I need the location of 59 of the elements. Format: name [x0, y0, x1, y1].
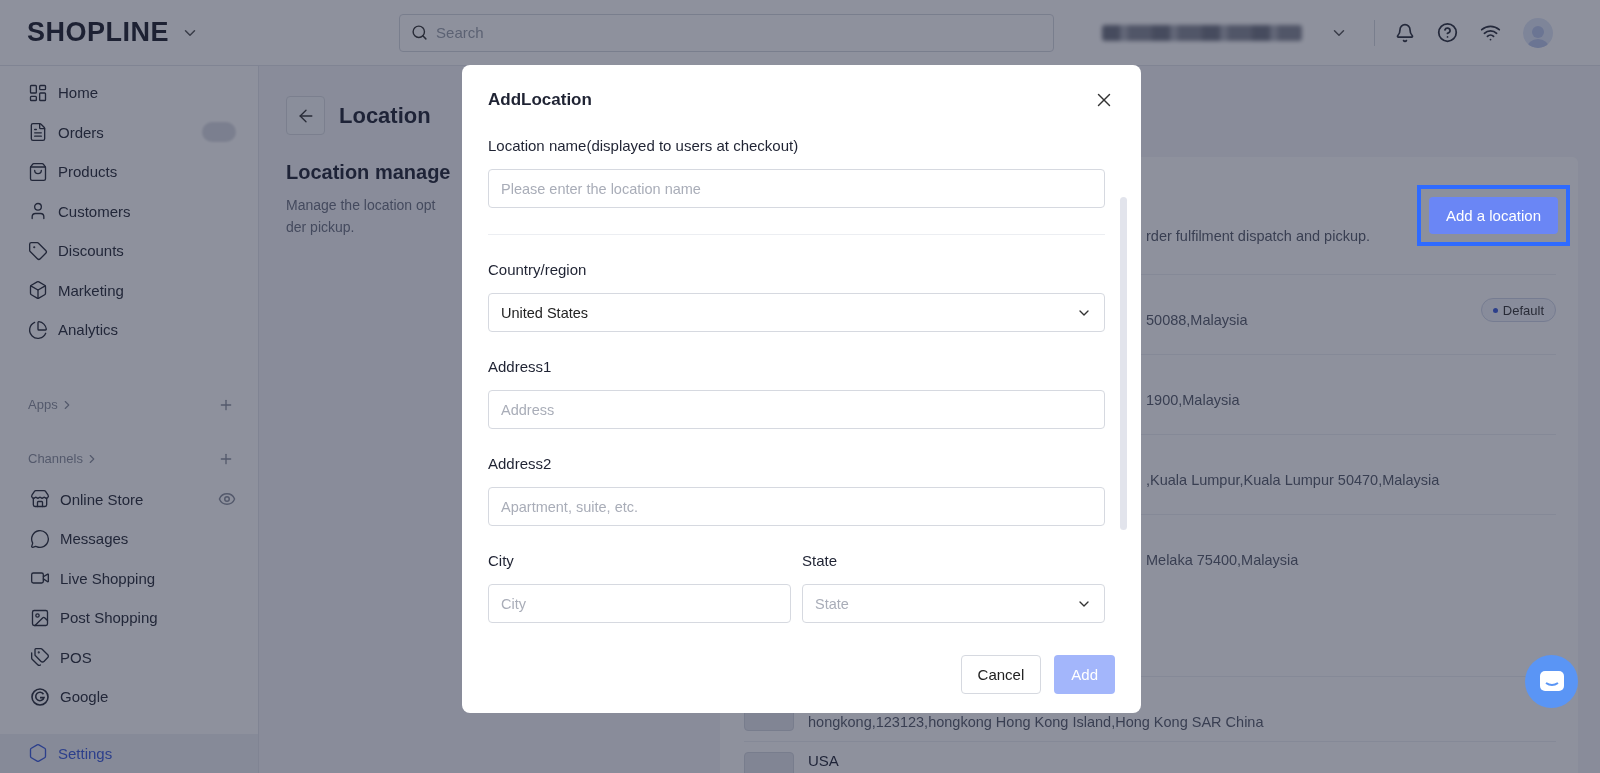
- input-field[interactable]: Please enter the location name: [488, 169, 1105, 208]
- chat-icon: [30, 528, 50, 549]
- settings-icon: [28, 743, 48, 764]
- sidebar-item[interactable]: Home: [0, 73, 258, 113]
- tag-icon: [28, 240, 48, 261]
- location-address: Melaka 75400,Malaysia: [1146, 552, 1299, 568]
- help-icon[interactable]: [1437, 22, 1459, 43]
- input-field[interactable]: City: [488, 584, 791, 623]
- field-label: Country/region: [488, 261, 587, 280]
- sidebar-item[interactable]: POS: [0, 637, 258, 677]
- sidebar-item[interactable]: Live Shopping: [0, 558, 258, 598]
- blurred-store-name[interactable]: [1102, 24, 1303, 41]
- select-field[interactable]: United States: [488, 293, 1105, 332]
- chat-bubble-icon: [1538, 669, 1565, 694]
- sidebar-item[interactable]: Google: [0, 677, 258, 717]
- logo[interactable]: SHOPLINE: [27, 17, 170, 48]
- sidebar-item[interactable]: Discounts: [0, 231, 258, 271]
- sidebar-item[interactable]: Products: [0, 152, 258, 192]
- sidebar-item[interactable]: Marketing: [0, 270, 258, 310]
- sidebar-item[interactable]: Analytics: [0, 310, 258, 350]
- location-address: hongkong,123123,hongkong Hong Kong Island,Hong Kong SAR China: [808, 714, 1264, 730]
- default-badge: Default: [1480, 298, 1556, 322]
- field-label: Address1: [488, 358, 552, 377]
- input-field[interactable]: Address: [488, 390, 1105, 429]
- location-name: USA: [808, 752, 839, 769]
- page-title: Location: [339, 102, 431, 129]
- sidebar-item[interactable]: Online Store: [0, 479, 258, 519]
- card-description: rder fulfilment dispatch and pickup.: [1146, 227, 1371, 244]
- input-field[interactable]: Apartment, suite, etc.: [488, 487, 1105, 526]
- box-icon: [28, 280, 48, 301]
- document-icon: [28, 122, 48, 143]
- tags-icon: [30, 647, 50, 668]
- dashboard-icon: [28, 82, 48, 103]
- location-address: 1900,Malaysia: [1146, 392, 1240, 408]
- bag-icon: [28, 161, 48, 182]
- sidebar-item[interactable]: Customers: [0, 191, 258, 231]
- sidebar-item[interactable]: Post Shopping: [0, 598, 258, 638]
- sidebar-item[interactable]: Orders: [0, 112, 258, 152]
- field-label: Location name(displayed to users at checkout): [488, 137, 799, 156]
- sidebar-item[interactable]: Messages: [0, 519, 258, 559]
- sidebar-item[interactable]: Settings: [0, 733, 258, 773]
- image-icon: [30, 607, 50, 628]
- field-label: State: [802, 552, 838, 571]
- pie-chart-icon: [28, 319, 48, 340]
- section-title: Location manage: [286, 161, 452, 184]
- store-icon: [30, 489, 50, 510]
- add-location-button[interactable]: Add a location: [1428, 197, 1558, 234]
- cancel-button[interactable]: Cancel: [960, 654, 1042, 694]
- g-circle-icon: [30, 686, 50, 707]
- dialog-title: AddLocation: [488, 90, 592, 110]
- back-button[interactable]: [286, 96, 325, 135]
- bell-icon[interactable]: [1395, 22, 1416, 43]
- search-icon: [411, 23, 429, 41]
- location-address: ,Kuala Lumpur,Kuala Lumpur 50470,Malaysia: [1146, 472, 1440, 488]
- scrollbar[interactable]: [1120, 197, 1127, 530]
- field-label: Address2: [488, 455, 552, 474]
- location-address: 50088,Malaysia: [1146, 312, 1248, 328]
- field-label: City: [488, 552, 514, 571]
- section-description: Manage the location opt der pickup.: [286, 196, 437, 237]
